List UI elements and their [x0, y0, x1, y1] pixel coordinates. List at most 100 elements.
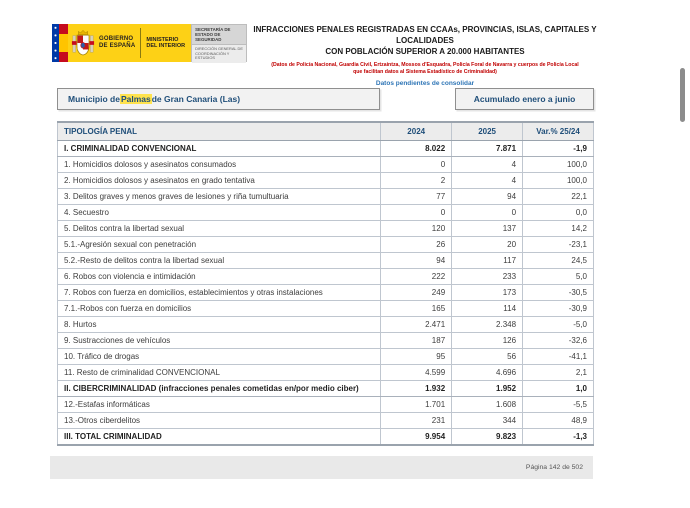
table-row: 13.-Otros ciberdelitos 231 344 48,9: [56, 412, 594, 429]
row-label: 2. Homicidios dolosos y asesinatos en gr…: [56, 172, 382, 189]
row-value: 4.696: [451, 364, 524, 381]
row-value: 22,1: [522, 188, 594, 205]
table-row: 2. Homicidios dolosos y asesinatos en gr…: [56, 172, 594, 189]
row-value: 24,5: [522, 252, 594, 269]
row-value: 1,0: [522, 380, 594, 397]
row-label: 5.1.-Agresión sexual con penetración: [56, 236, 382, 253]
row-label: 13.-Otros ciberdelitos: [56, 412, 382, 429]
ministerio-line2: DEL INTERIOR: [146, 43, 186, 49]
row-value: -30,5: [522, 284, 594, 301]
municipality-highlight: Palmas: [119, 94, 152, 104]
row-value: 165: [380, 300, 453, 317]
row-value: 344: [451, 412, 524, 429]
table-row: 3. Delitos graves y menos graves de lesi…: [56, 188, 594, 205]
gobierno-line1: GOBIERNO: [99, 36, 134, 42]
row-value: 2,1: [522, 364, 594, 381]
footer-bar: Página 142 de 502: [50, 456, 593, 479]
table-row: 5. Delitos contra la libertad sexual 120 1…: [56, 220, 594, 237]
source-note-line1: (Datos de Policía Nacional, Guardia Civi…: [271, 62, 579, 68]
table-header-row: TIPOLOGÍA PENAL 2024 2025 Var.% 25/24: [56, 121, 594, 141]
row-value: 120: [380, 220, 453, 237]
row-value: 4: [451, 156, 524, 173]
row-value: 2.471: [380, 316, 453, 333]
row-value: 249: [380, 284, 453, 301]
row-value: -5,0: [522, 316, 594, 333]
row-value: 2: [380, 172, 453, 189]
row-label: 4. Secuestro: [56, 204, 382, 221]
title-line1: INFRACCIONES PENALES REGISTRADAS EN CCAA…: [253, 25, 597, 45]
municipality-prefix: Municipio de: [68, 94, 120, 104]
column-header: 2024: [380, 121, 453, 141]
table-row: 1. Homicidios dolosos y asesinatos consu…: [56, 156, 594, 173]
municipality-suffix: de Gran Canaria (Las): [151, 94, 241, 104]
row-value: 0,0: [522, 204, 594, 221]
row-label: 10. Tráfico de drogas: [56, 348, 382, 365]
table-row: 9. Sustracciones de vehículos 187 126 -32,6: [56, 332, 594, 349]
row-value: 100,0: [522, 172, 594, 189]
row-label: 1. Homicidios dolosos y asesinatos consu…: [56, 156, 382, 173]
row-value: 1.701: [380, 396, 453, 413]
scrollbar-thumb[interactable]: [680, 68, 685, 122]
status-note: Datos pendientes de consolidar: [375, 80, 475, 87]
title-block: INFRACCIONES PENALES REGISTRADAS EN CCAA…: [225, 24, 625, 87]
row-value: 20: [451, 236, 524, 253]
row-value: -1,9: [522, 140, 594, 157]
row-label: 6. Robos con violencia e intimidación: [56, 268, 382, 285]
row-value: 222: [380, 268, 453, 285]
eu-stars-strip-icon: [52, 24, 59, 62]
row-value: 8.022: [380, 140, 453, 157]
column-header: 2025: [451, 121, 524, 141]
row-label: 11. Resto de criminalidad CONVENCIONAL: [56, 364, 382, 381]
ministerio-label: MINISTERIO DEL INTERIOR: [141, 24, 191, 62]
table-row: 5.1.-Agresión sexual con penetración 26 20…: [56, 236, 594, 253]
row-value: -1,3: [522, 428, 594, 446]
table-row: III. TOTAL CRIMINALIDAD 9.954 9.823 -1,3: [56, 428, 594, 446]
row-label: II. CIBERCRIMINALIDAD (infracciones pena…: [56, 380, 382, 397]
row-value: 1.952: [451, 380, 524, 397]
table-row: 8. Hurtos 2.471 2.348 -5,0: [56, 316, 594, 333]
row-value: 173: [451, 284, 524, 301]
table-row: I. CRIMINALIDAD CONVENCIONAL 8.022 7.871 -1…: [56, 140, 594, 157]
row-value: 26: [380, 236, 453, 253]
table-row: 6. Robos con violencia e intimidación 222…: [56, 268, 594, 285]
report-page: GOBIERNO DE ESPAÑA MINISTERIO DEL INTERI…: [0, 0, 690, 508]
row-label: 3. Delitos graves y menos graves de lesi…: [56, 188, 382, 205]
logo-yellow-band: GOBIERNO DE ESPAÑA MINISTERIO DEL INTERI…: [52, 24, 192, 62]
row-label: 5. Delitos contra la libertad sexual: [56, 220, 382, 237]
row-value: 0: [380, 204, 453, 221]
row-value: 233: [451, 268, 524, 285]
table-body: I. CRIMINALIDAD CONVENCIONAL 8.022 7.871 -1…: [56, 140, 594, 446]
row-value: 48,9: [522, 412, 594, 429]
row-value: 231: [380, 412, 453, 429]
crime-table: TIPOLOGÍA PENAL 2024 2025 Var.% 25/24 I. CR…: [56, 121, 594, 446]
row-value: 187: [380, 332, 453, 349]
spain-flag-icon: [59, 24, 68, 62]
row-value: 14,2: [522, 220, 594, 237]
row-value: 4: [451, 172, 524, 189]
row-value: 1.932: [380, 380, 453, 397]
row-label: 7. Robos con fuerza en domicilios, estab…: [56, 284, 382, 301]
source-note: (Datos de Policía Nacional, Guardia Civi…: [225, 62, 625, 75]
row-value: 95: [380, 348, 453, 365]
municipality-selector[interactable]: Municipio de Palmas de Gran Canaria (Las…: [57, 88, 380, 110]
row-value: -41,1: [522, 348, 594, 365]
title-line2: CON POBLACIÓN SUPERIOR A 20.000 HABITANT…: [325, 47, 525, 56]
row-label: I. CRIMINALIDAD CONVENCIONAL: [56, 140, 382, 157]
table-row: 11. Resto de criminalidad CONVENCIONAL 4.…: [56, 364, 594, 381]
row-value: 94: [380, 252, 453, 269]
row-value: 56: [451, 348, 524, 365]
row-value: 5,0: [522, 268, 594, 285]
table-row: II. CIBERCRIMINALIDAD (infracciones pena…: [56, 380, 594, 397]
period-selector[interactable]: Acumulado enero a junio: [455, 88, 594, 110]
row-value: 137: [451, 220, 524, 237]
page-indicator: Página 142 de 502: [525, 464, 583, 471]
row-value: 9.823: [451, 428, 524, 446]
row-value: 100,0: [522, 156, 594, 173]
row-label: 5.2.-Resto de delitos contra la libertad…: [56, 252, 382, 269]
row-value: 9.954: [380, 428, 453, 446]
spain-coat-of-arms-icon: [68, 24, 98, 62]
row-value: 117: [451, 252, 524, 269]
table-row: 5.2.-Resto de delitos contra la libertad…: [56, 252, 594, 269]
row-value: 1.608: [451, 396, 524, 413]
row-value: 126: [451, 332, 524, 349]
